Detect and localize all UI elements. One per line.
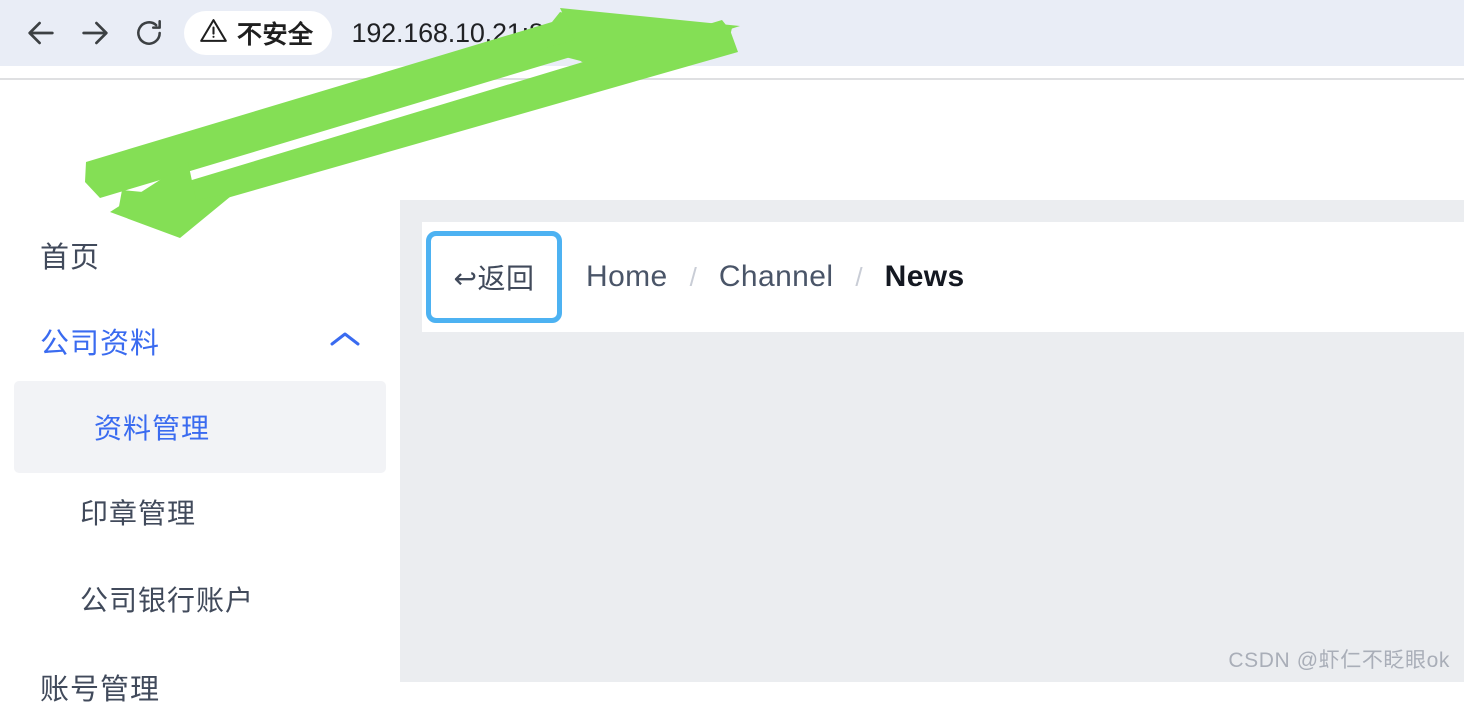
breadcrumb: Home / Channel / News xyxy=(586,260,965,294)
sidebar-item-account-management[interactable]: 账号管理 xyxy=(0,660,400,714)
breadcrumb-separator: / xyxy=(855,261,863,292)
reload-icon xyxy=(133,17,165,49)
breadcrumb-separator: / xyxy=(689,261,697,292)
browser-forward-button[interactable] xyxy=(68,6,122,60)
content-region: ↩返回 Home / Channel / News CSDN @虾仁不眨眼ok xyxy=(400,200,1464,682)
breadcrumb-item-home[interactable]: Home xyxy=(586,260,668,294)
back-button[interactable]: ↩返回 xyxy=(426,231,562,323)
sidebar-group-company-info[interactable]: 公司资料 xyxy=(0,314,400,368)
sidebar-group-label: 公司资料 xyxy=(40,328,161,360)
sidebar-item-label: 公司银行账户 xyxy=(80,585,255,616)
arrow-right-icon xyxy=(78,16,112,50)
sidebar-item-label: 首页 xyxy=(40,242,101,274)
sidebar: 首页 公司资料 资料管理 印章管理 公司银行账户 账号管理 xyxy=(0,80,400,706)
breadcrumb-card: ↩返回 Home / Channel / News xyxy=(422,222,1464,332)
omnibox[interactable]: 不安全 192.168.10.21:8686/home xyxy=(184,9,1450,57)
sidebar-item-label: 账号管理 xyxy=(40,674,161,706)
url-text[interactable]: 192.168.10.21:8686/home xyxy=(352,18,663,49)
security-status-chip[interactable]: 不安全 xyxy=(184,11,332,55)
browser-back-button[interactable] xyxy=(14,6,68,60)
breadcrumb-item-news: News xyxy=(884,260,965,293)
warning-triangle-icon xyxy=(199,16,228,50)
browser-reload-button[interactable] xyxy=(122,6,176,60)
sidebar-item-home[interactable]: 首页 xyxy=(0,228,400,282)
toolbar-underline xyxy=(0,66,1464,78)
sidebar-item-company-bank-account[interactable]: 公司银行账户 xyxy=(0,572,400,626)
sidebar-item-label: 印章管理 xyxy=(80,498,197,529)
page-body: 首页 公司资料 资料管理 印章管理 公司银行账户 账号管理 ↩返回 Home /… xyxy=(0,80,1464,706)
sidebar-item-seal-management[interactable]: 印章管理 xyxy=(0,485,400,539)
security-status-label: 不安全 xyxy=(237,21,314,49)
sidebar-item-label: 资料管理 xyxy=(94,413,211,444)
watermark: CSDN @虾仁不眨眼ok xyxy=(1228,649,1450,672)
browser-toolbar: 不安全 192.168.10.21:8686/home xyxy=(0,0,1464,66)
breadcrumb-item-channel[interactable]: Channel xyxy=(719,260,834,294)
chevron-up-icon[interactable] xyxy=(328,329,362,354)
arrow-left-icon xyxy=(24,16,58,50)
sidebar-item-document-management[interactable]: 资料管理 xyxy=(14,381,386,473)
back-button-label: ↩返回 xyxy=(453,263,535,294)
